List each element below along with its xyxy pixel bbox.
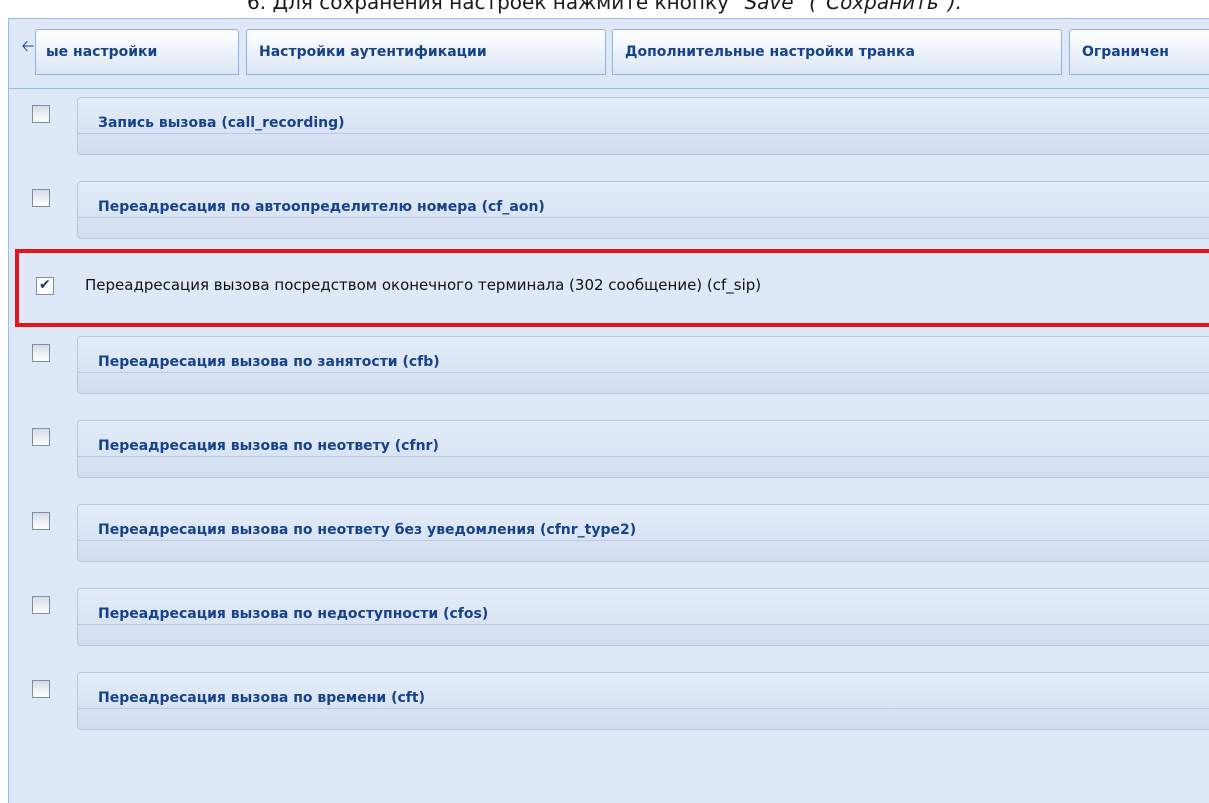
service-label-cf-sip: Переадресация вызова посредством оконечн…	[85, 276, 762, 294]
highlighted-service-row: ✔ Переадресация вызова посредством оконе…	[15, 249, 1209, 327]
service-row: Переадресация вызова по времени (cft)	[9, 664, 1209, 734]
service-label: Переадресация вызова по недоступности (c…	[98, 606, 489, 622]
service-label: Переадресация по автоопределителю номера…	[98, 199, 545, 215]
service-row: Переадресация вызова по недоступности (c…	[9, 580, 1209, 650]
service-fieldset-cfnr-type2[interactable]: Переадресация вызова по неответу без уве…	[77, 504, 1209, 562]
service-checkbox-cf-aon[interactable]	[32, 189, 50, 207]
service-fieldset-cfb[interactable]: Переадресация вызова по занятости (cfb)	[77, 336, 1209, 394]
service-fieldset-cft[interactable]: Переадресация вызова по времени (cft)	[77, 672, 1209, 730]
tab-general-settings[interactable]: ые настройки	[35, 29, 239, 75]
service-fieldset-call-recording[interactable]: Запись вызова (call_recording)	[77, 97, 1209, 155]
service-row: Переадресация вызова по неответу (cfnr)	[9, 412, 1209, 482]
fieldset-divider	[78, 217, 1209, 218]
instruction-save-word: "Save" ("Сохранить").	[735, 0, 962, 14]
service-label: Переадресация вызова по неответу (cfnr)	[98, 438, 439, 454]
fieldset-divider	[78, 372, 1209, 373]
checkmark-icon: ✔	[39, 277, 51, 293]
service-row: Запись вызова (call_recording)	[9, 89, 1209, 159]
service-row: Переадресация вызова по неответу без уве…	[9, 496, 1209, 566]
service-checkbox-cfb[interactable]	[32, 344, 50, 362]
service-fieldset-cfos[interactable]: Переадресация вызова по недоступности (c…	[77, 588, 1209, 646]
fieldset-divider	[78, 708, 1209, 709]
fieldset-divider	[78, 624, 1209, 625]
service-fieldset-cfnr[interactable]: Переадресация вызова по неответу (cfnr)	[77, 420, 1209, 478]
tab-bar: 🡠 ые настройки Настройки аутентификации …	[9, 19, 1209, 89]
tab-trunk-additional-settings[interactable]: Дополнительные настройки транка	[612, 29, 1062, 75]
fieldset-divider	[78, 456, 1209, 457]
instruction-prefix: 6. Для сохранения настроек нажмите кнопк…	[247, 0, 736, 14]
service-label: Запись вызова (call_recording)	[98, 115, 345, 131]
service-checkbox-cfnr[interactable]	[32, 428, 50, 446]
fieldset-divider	[78, 133, 1209, 134]
service-label: Переадресация вызова по занятости (cfb)	[98, 354, 440, 370]
instruction-text: 6. Для сохранения настроек нажмите кнопк…	[0, 0, 1209, 16]
service-checkbox-cfnr-type2[interactable]	[32, 512, 50, 530]
service-label: Переадресация вызова по времени (cft)	[98, 690, 425, 706]
service-row: Переадресация вызова по занятости (cfb)	[9, 328, 1209, 398]
tab-restrictions[interactable]: Ограничен	[1069, 29, 1209, 75]
service-checkbox-cft[interactable]	[32, 680, 50, 698]
service-row: Переадресация по автоопределителю номера…	[9, 173, 1209, 243]
tab-authentication-settings[interactable]: Настройки аутентификации	[246, 29, 606, 75]
service-checkbox-cfos[interactable]	[32, 596, 50, 614]
service-fieldset-cf-aon[interactable]: Переадресация по автоопределителю номера…	[77, 181, 1209, 239]
service-checkbox-cf-sip[interactable]: ✔	[36, 277, 54, 295]
fieldset-divider	[78, 540, 1209, 541]
service-checkbox-call-recording[interactable]	[32, 105, 50, 123]
service-label: Переадресация вызова по неответу без уве…	[98, 522, 637, 538]
settings-panel: 🡠 ые настройки Настройки аутентификации …	[8, 18, 1209, 803]
